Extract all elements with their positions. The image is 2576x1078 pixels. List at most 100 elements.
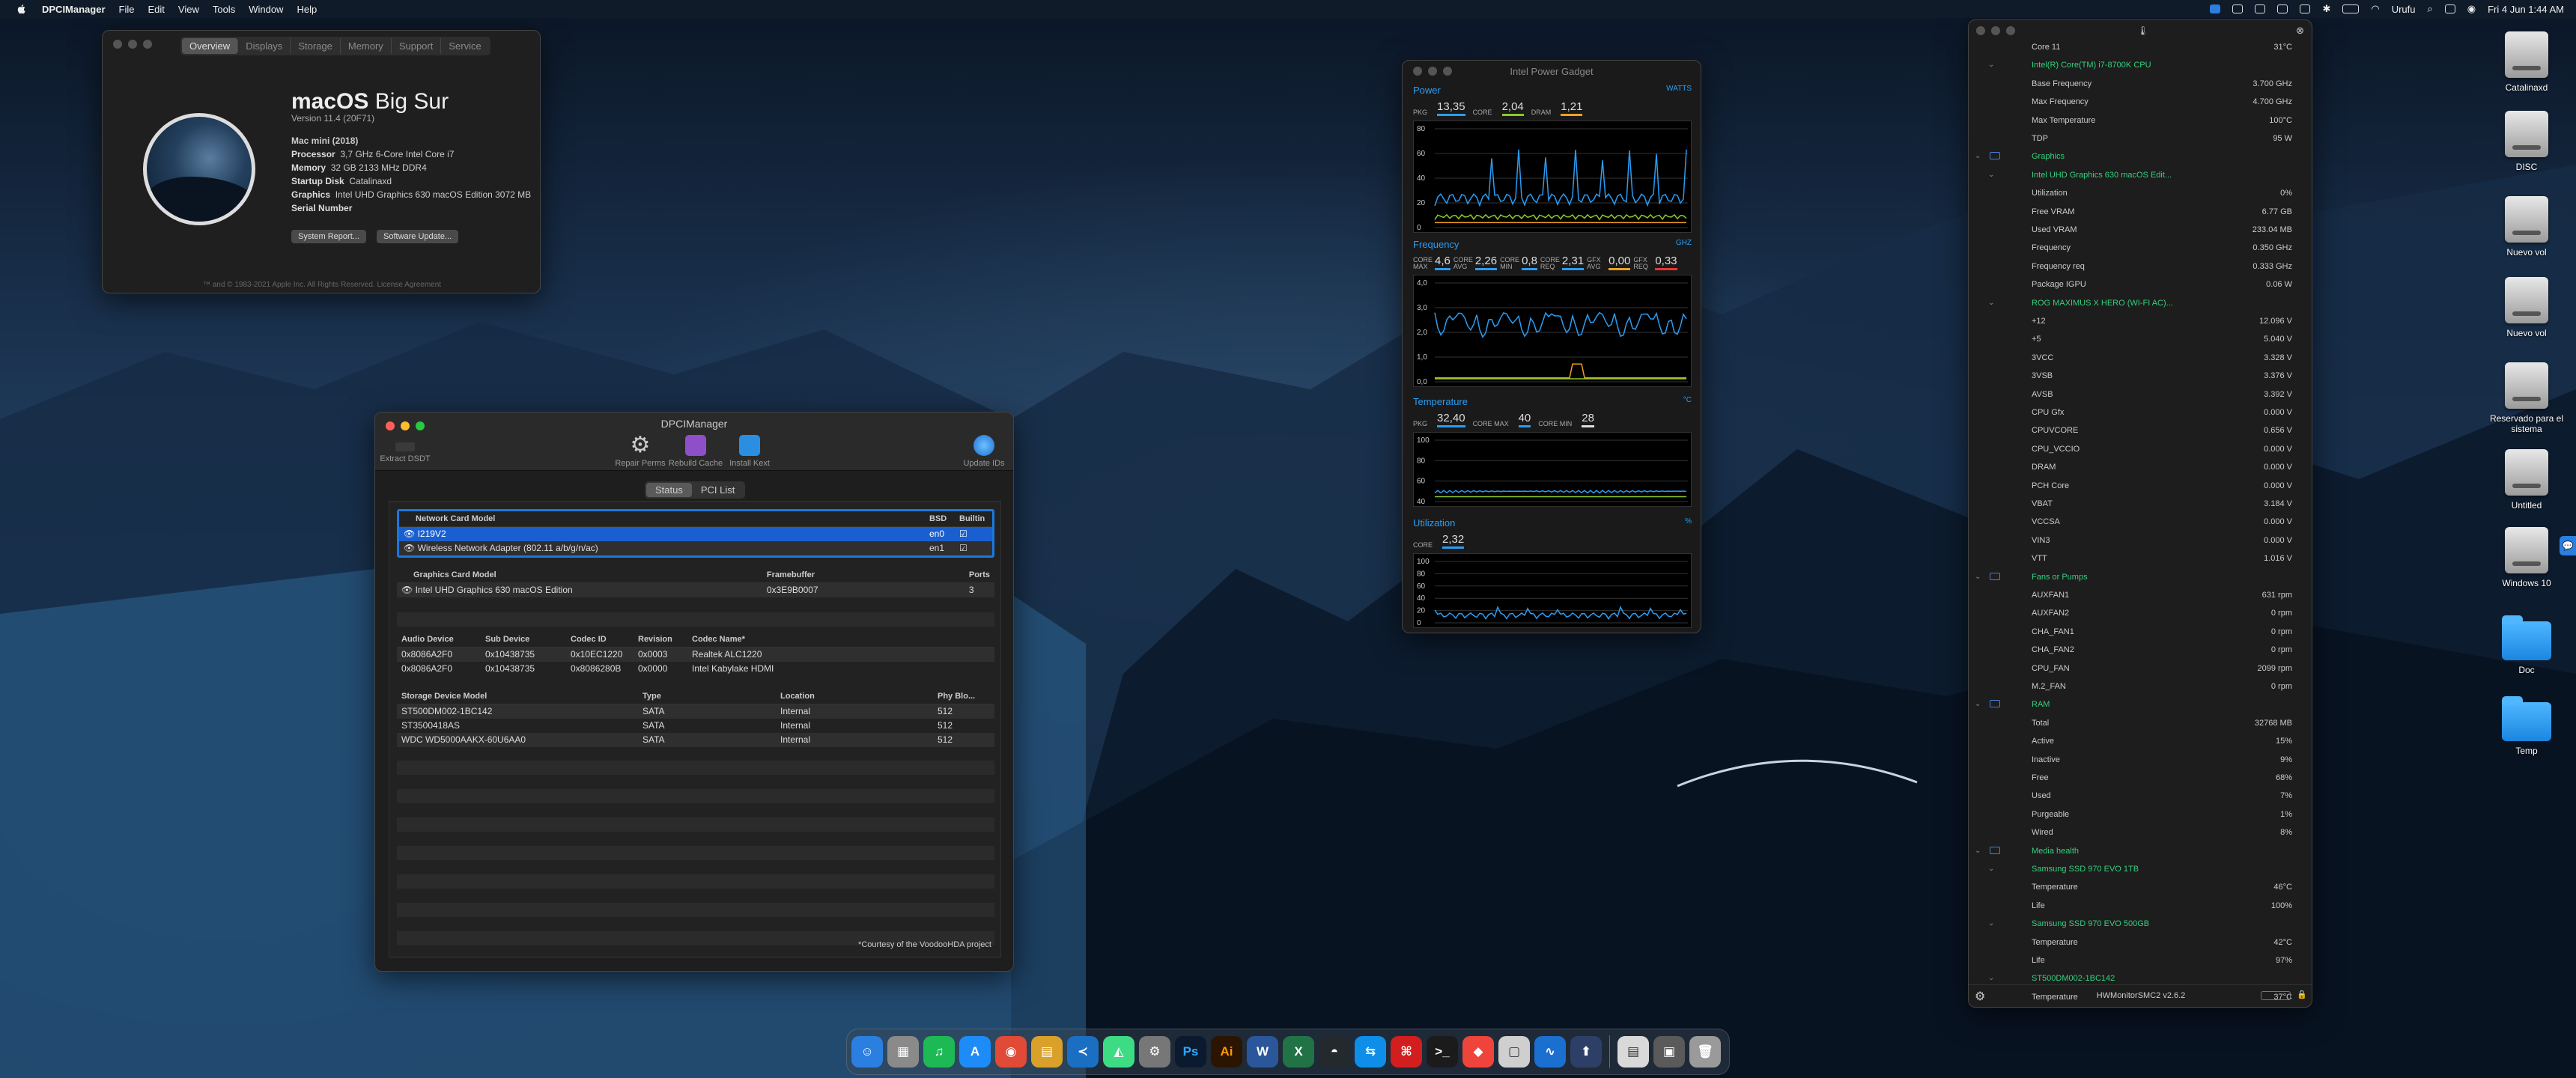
sensor-row[interactable]: VIN3 0.000 V <box>1969 536 2312 551</box>
bluetooth-icon[interactable]: ✱ <box>2322 3 2330 15</box>
dock-power-gadget-icon[interactable]: ∿ <box>1534 1036 1566 1068</box>
eye-icon[interactable]: 👁 <box>404 529 415 539</box>
chevron-down-icon[interactable]: ⌄ <box>1988 865 1994 873</box>
status-icon-1[interactable] <box>2210 4 2221 13</box>
desktop-disk-reservado[interactable]: Reservado para el sistema <box>2482 362 2572 434</box>
col-type[interactable]: Type <box>638 689 776 704</box>
menu-file[interactable]: File <box>119 4 135 15</box>
table-row[interactable]: 👁 I219V2 en0 ☑ <box>399 526 992 541</box>
sensor-row[interactable]: Temperature 46°C <box>1969 883 2312 898</box>
dock-word-icon[interactable]: W <box>1247 1036 1278 1068</box>
sensor-group[interactable]: ⌄ Fans or Pumps <box>1969 572 2312 588</box>
sensor-group[interactable]: ⌄ Graphics <box>1969 152 2312 167</box>
sensor-row[interactable]: AUXFAN1 631 rpm <box>1969 591 2312 606</box>
close-button[interactable] <box>113 40 122 49</box>
control-center-icon[interactable] <box>2444 4 2455 13</box>
col-network-model[interactable]: Network Card Model <box>399 511 925 527</box>
sensor-row[interactable]: VBAT 3.184 V <box>1969 499 2312 514</box>
sensor-row[interactable]: M.2_FAN 0 rpm <box>1969 682 2312 697</box>
col-storage-model[interactable]: Storage Device Model <box>397 689 638 704</box>
dock-teamviewer-icon[interactable]: ⇆ <box>1355 1036 1386 1068</box>
zoom-button[interactable] <box>2006 26 2015 35</box>
sensor-subgroup[interactable]: ⌄ Intel(R) Core(TM) i7-8700K CPU <box>1969 61 2312 76</box>
slider-control[interactable] <box>2261 991 2291 1000</box>
dock-documents-icon[interactable]: ▤ <box>1617 1036 1649 1068</box>
col-phy-block[interactable]: Phy Blo... <box>933 689 994 704</box>
sensor-row[interactable]: Total 32768 MB <box>1969 719 2312 734</box>
col-codec-id[interactable]: Codec ID <box>566 632 634 648</box>
sensor-row[interactable]: Active 15% <box>1969 737 2312 752</box>
dock-kext-utility-icon[interactable]: ⬆ <box>1570 1036 1602 1068</box>
table-row[interactable]: WDC WD5000AAKX-60U6AA0 SATA Internal 512 <box>397 732 994 747</box>
sensor-row[interactable]: CPU_VCCIO 0.000 V <box>1969 445 2312 460</box>
system-report-button[interactable]: System Report... <box>291 230 366 243</box>
sensor-row[interactable]: CPUVCORE 0.656 V <box>1969 426 2312 441</box>
lock-icon[interactable]: 🔒 <box>2297 990 2307 999</box>
sensor-row[interactable]: Inactive 9% <box>1969 755 2312 770</box>
battery-icon[interactable] <box>2342 4 2360 13</box>
tab-support[interactable]: Support <box>392 38 442 54</box>
chevron-down-icon[interactable]: ⌄ <box>1988 61 1994 69</box>
status-icon-5[interactable] <box>2300 4 2311 13</box>
col-revision[interactable]: Revision <box>634 632 687 648</box>
sensor-row[interactable]: Life 97% <box>1969 956 2312 971</box>
sensor-row[interactable]: Temperature 42°C <box>1969 938 2312 953</box>
chevron-down-icon[interactable]: ⌄ <box>1988 974 1994 982</box>
menu-view[interactable]: View <box>178 4 199 15</box>
sensor-row[interactable]: CPU Gfx 0.000 V <box>1969 408 2312 423</box>
sensor-row[interactable]: +12 12.096 V <box>1969 317 2312 332</box>
dock-acrobat-icon[interactable]: ⌘ <box>1391 1036 1422 1068</box>
sensor-subgroup[interactable]: ⌄ Samsung SSD 970 EVO 1TB <box>1969 865 2312 880</box>
desktop-disk-nuevo-vol-1[interactable]: Nuevo vol <box>2482 196 2572 258</box>
sensor-subgroup[interactable]: ⌄ Intel UHD Graphics 630 macOS Edit... <box>1969 171 2312 186</box>
sensor-row[interactable]: +5 5.040 V <box>1969 335 2312 350</box>
status-icon-2[interactable] <box>2232 4 2244 13</box>
sensor-row[interactable]: Used VRAM 233.04 MB <box>1969 225 2312 240</box>
chevron-down-icon[interactable]: ⌄ <box>1988 171 1994 179</box>
dock-photoshop-icon[interactable]: Ps <box>1175 1036 1206 1068</box>
sensor-row[interactable]: Package IGPU 0.06 W <box>1969 280 2312 295</box>
sensor-row[interactable]: 3VCC 3.328 V <box>1969 353 2312 368</box>
eye-icon[interactable]: 👁 <box>404 543 415 553</box>
sensor-row[interactable]: Frequency req 0.333 GHz <box>1969 262 2312 277</box>
table-row[interactable]: 0x8086A2F0 0x10438735 0x8086280B 0x0000 Inte… <box>397 662 994 676</box>
tab-storage[interactable]: Storage <box>291 38 341 54</box>
software-update-button[interactable]: Software Update... <box>377 230 459 243</box>
dock-illustrator-icon[interactable]: Ai <box>1211 1036 1242 1068</box>
sensor-row[interactable]: Free 68% <box>1969 773 2312 788</box>
desktop-disk-disc[interactable]: DISC <box>2482 111 2572 172</box>
chevron-down-icon[interactable]: ⌄ <box>1975 700 1981 708</box>
minimize-button[interactable] <box>1991 26 2000 35</box>
dock-anydesk-icon[interactable]: ◆ <box>1462 1036 1494 1068</box>
zoom-button[interactable] <box>143 40 152 49</box>
chevron-down-icon[interactable]: ⌄ <box>1975 573 1981 581</box>
menu-app-name[interactable]: DPCIManager <box>42 4 106 15</box>
table-row[interactable]: ST500DM002-1BC142 SATA Internal 512 <box>397 704 994 719</box>
tab-service[interactable]: Service <box>441 38 488 54</box>
desktop-folder-temp[interactable]: Temp <box>2482 695 2572 756</box>
tab-memory[interactable]: Memory <box>341 38 392 54</box>
status-icon-3[interactable] <box>2255 4 2266 13</box>
dock-trash-icon[interactable]: 🗑 <box>1689 1036 1721 1068</box>
sensor-row[interactable]: Utilization 0% <box>1969 189 2312 204</box>
update-ids-button[interactable]: Update IDs <box>959 435 1009 468</box>
sensor-row[interactable]: CHA_FAN1 0 rpm <box>1969 627 2312 642</box>
desktop-disk-untitled[interactable]: Untitled <box>2482 449 2572 511</box>
close-circle-icon[interactable]: ⊗ <box>2296 25 2304 37</box>
tab-displays[interactable]: Displays <box>238 38 291 54</box>
builtin-checkbox[interactable]: ☑ <box>955 526 992 541</box>
menu-clock[interactable]: Fri 4 Jun 1:44 AM <box>2488 4 2564 15</box>
col-ports[interactable]: Ports <box>964 567 994 583</box>
dock-downloads-icon[interactable]: ▣ <box>1653 1036 1685 1068</box>
dock-finder-icon[interactable]: ☺ <box>851 1036 883 1068</box>
eye-icon[interactable]: 👁 <box>401 585 413 595</box>
chevron-down-icon[interactable]: ⌄ <box>1988 299 1994 307</box>
user-name[interactable]: Urufu <box>2392 4 2416 15</box>
sensor-row[interactable]: TDP 95 W <box>1969 134 2312 149</box>
status-icon-4[interactable] <box>2277 4 2288 13</box>
table-row[interactable]: ST3500418AS SATA Internal 512 <box>397 719 994 733</box>
menu-edit[interactable]: Edit <box>148 4 164 15</box>
sensor-row[interactable]: PCH Core 0.000 V <box>1969 481 2312 496</box>
sensor-subgroup[interactable]: ⌄ Samsung SSD 970 EVO 500GB <box>1969 919 2312 934</box>
chevron-down-icon[interactable]: ⌄ <box>1975 152 1981 160</box>
